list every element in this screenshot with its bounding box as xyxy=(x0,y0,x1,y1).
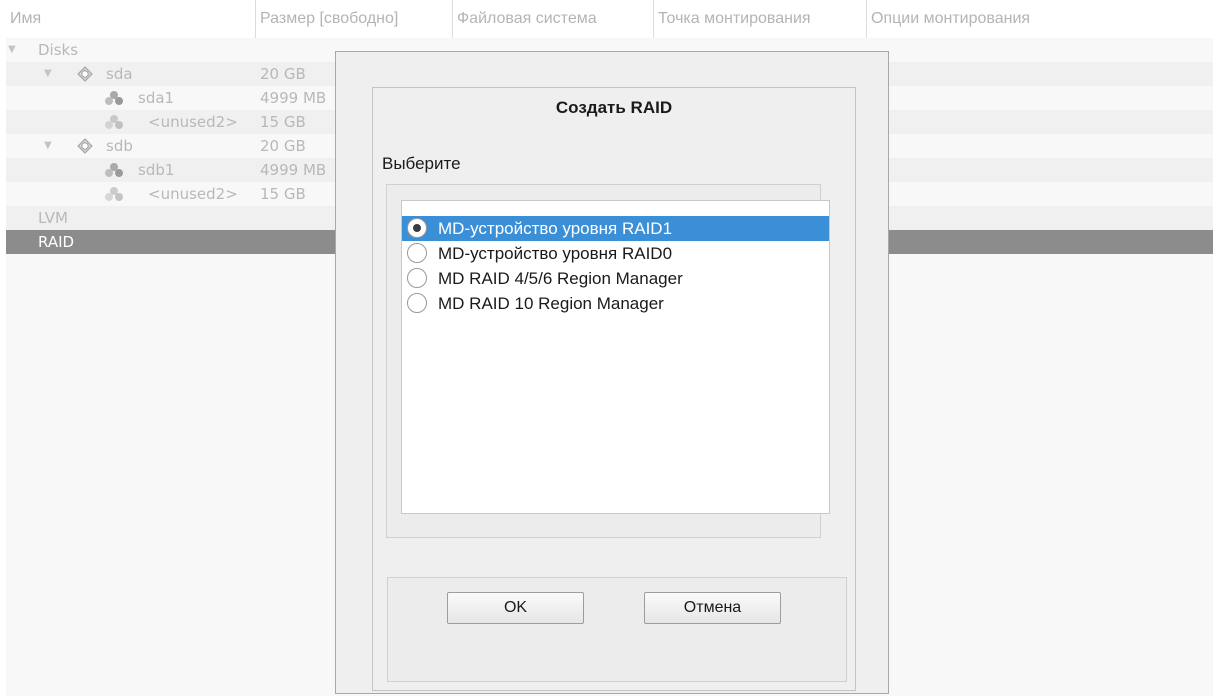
raid-type-list: MD-устройство уровня RAID1 MD-устройство… xyxy=(401,200,830,514)
partition-icon xyxy=(105,115,123,129)
cancel-button[interactable]: Отмена xyxy=(644,592,781,624)
choose-label: Выберите xyxy=(382,154,461,173)
ok-button[interactable]: OK xyxy=(447,592,584,624)
raid-option-raid456[interactable]: MD RAID 4/5/6 Region Manager xyxy=(402,266,829,291)
tree-row-label: sda1 xyxy=(138,89,175,107)
tree-header: Имя Размер [свободно] Файловая система Т… xyxy=(0,0,1213,38)
tree-row-size: 4999 MB xyxy=(260,161,327,179)
radio-button[interactable] xyxy=(407,293,427,313)
raid-option-label: MD RAID 10 Region Manager xyxy=(438,294,664,313)
column-header-size[interactable]: Размер [свободно] xyxy=(256,0,453,38)
partition-icon xyxy=(105,163,123,177)
column-header-filesystem[interactable]: Файловая система xyxy=(453,0,654,38)
raid-option-label: MD-устройство уровня RAID0 xyxy=(438,244,673,263)
hard-disk-icon xyxy=(77,66,93,82)
column-header-name[interactable]: Имя xyxy=(0,0,256,38)
radio-button[interactable] xyxy=(407,268,427,288)
chevron-down-icon[interactable]: ▼ xyxy=(44,134,52,158)
raid-option-label: MD-устройство уровня RAID1 xyxy=(438,219,673,238)
tree-row-label: LVM xyxy=(38,209,68,227)
chevron-down-icon[interactable]: ▼ xyxy=(8,38,16,62)
radio-button-checked[interactable] xyxy=(407,218,427,238)
raid-option-raid10[interactable]: MD RAID 10 Region Manager xyxy=(402,291,829,316)
radio-button[interactable] xyxy=(407,243,427,263)
tree-row-label: Disks xyxy=(38,41,79,59)
tree-row-label: sdb xyxy=(106,137,133,155)
tree-row-size: 15 GB xyxy=(260,185,306,203)
tree-row-label: sdb1 xyxy=(138,161,175,179)
chevron-down-icon[interactable]: ▼ xyxy=(44,62,52,86)
raid-option-label: MD RAID 4/5/6 Region Manager xyxy=(438,269,683,288)
tree-row-size: 15 GB xyxy=(260,113,306,131)
tree-row-size: 4999 MB xyxy=(260,89,327,107)
dialog-title: Создать RAID xyxy=(555,98,673,117)
create-raid-dialog: Создать RAID Выберите MD-устройство уров… xyxy=(372,87,856,691)
hard-disk-icon xyxy=(77,138,93,154)
partition-icon xyxy=(105,91,123,105)
raid-type-group: MD-устройство уровня RAID1 MD-устройство… xyxy=(386,184,830,538)
tree-row-size: 20 GB xyxy=(260,65,306,83)
tree-row-label: sda xyxy=(106,65,133,83)
column-header-mountpoint[interactable]: Точка монтирования xyxy=(654,0,867,38)
tree-row-label: RAID xyxy=(38,233,75,251)
tree-row-label: <unused2> xyxy=(148,113,238,131)
partition-icon xyxy=(105,187,123,201)
tree-row-label: <unused2> xyxy=(148,185,238,203)
button-box: OK Отмена xyxy=(387,577,847,682)
tree-row-size: 20 GB xyxy=(260,137,306,155)
raid-option-raid1[interactable]: MD-устройство уровня RAID1 xyxy=(402,216,829,241)
raid-option-raid0[interactable]: MD-устройство уровня RAID0 xyxy=(402,241,829,266)
column-header-mount-options[interactable]: Опции монтирования xyxy=(867,0,1213,38)
